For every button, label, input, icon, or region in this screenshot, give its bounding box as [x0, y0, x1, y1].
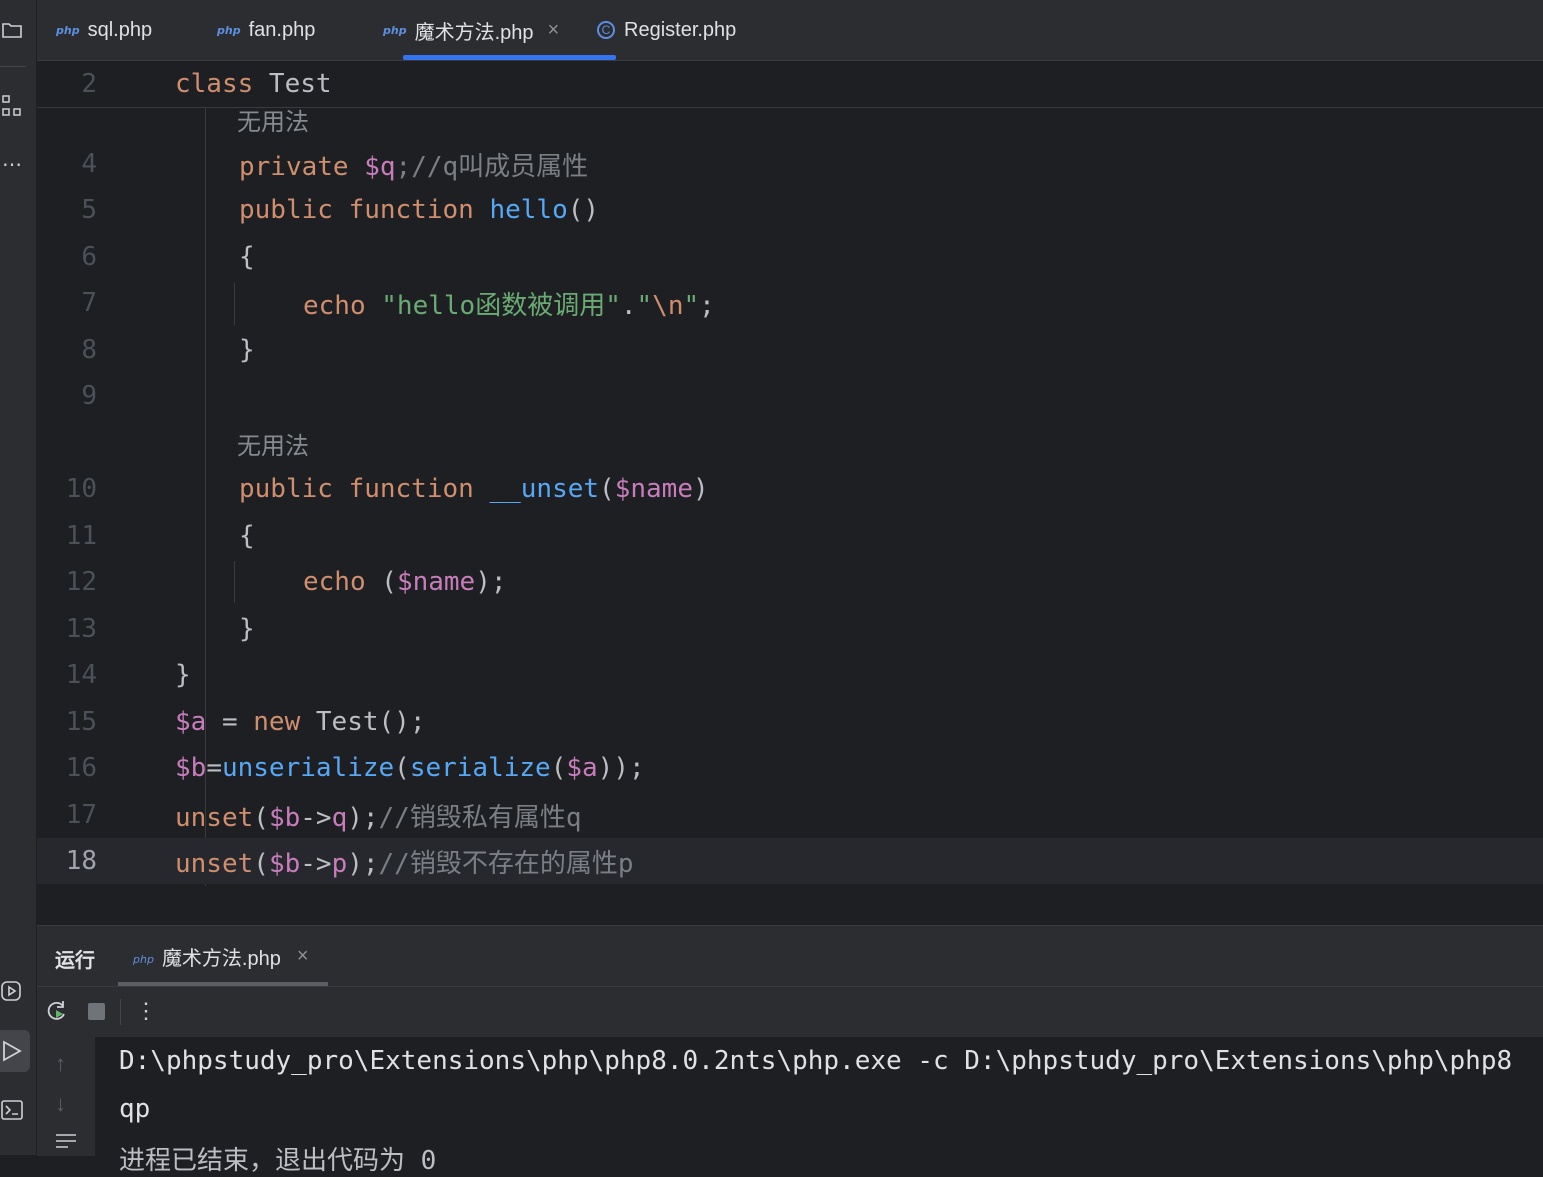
tab-label: sql.php: [87, 18, 153, 41]
line-number: 15: [65, 707, 97, 737]
code-editor[interactable]: 2 class Test 无用法 4 private $q;//q叫成员属性 5…: [37, 61, 1543, 886]
soft-wrap-icon[interactable]: [55, 1133, 77, 1158]
tab-label: 魔术方法.php: [414, 21, 534, 44]
code-text: unset($b->p);//销毁不存在的属性p: [175, 848, 634, 879]
indent-guide: [234, 283, 235, 325]
line-number: 6: [81, 242, 97, 272]
structure-icon[interactable]: [0, 94, 24, 118]
console-command-line: D:\phpstudy_pro\Extensions\php\php8.0.2n…: [119, 1046, 1513, 1076]
code-text: }: [175, 660, 191, 690]
line-number: 16: [65, 753, 97, 783]
inlay-hint-row: 无用法: [37, 421, 1543, 465]
terminal-icon[interactable]: [0, 1098, 24, 1122]
code-text: public function __unset($name): [239, 474, 709, 504]
tab-register-php[interactable]: C Register.php: [597, 0, 736, 60]
line-number: 12: [65, 567, 97, 597]
code-text: }: [239, 335, 255, 365]
more-icon[interactable]: ⋯: [0, 152, 24, 176]
run-tab-label: 魔术方法.php: [161, 948, 281, 970]
code-line-current[interactable]: 18 unset($b->p);//销毁不存在的属性p: [37, 838, 1543, 884]
code-text: $b=unserialize(serialize($a));: [175, 753, 645, 783]
code-text: $a = new Test();: [175, 707, 426, 737]
code-line[interactable]: 8 }: [37, 327, 1543, 373]
line-number: 7: [81, 288, 97, 318]
code-text: {: [239, 242, 255, 272]
left-tool-strip: ⋯: [0, 0, 37, 1155]
services-icon[interactable]: [0, 979, 24, 1003]
tab-magic-methods-php[interactable]: php 魔术方法.php ×: [383, 0, 559, 60]
php-file-icon: php: [383, 23, 407, 37]
code-line[interactable]: 6 {: [37, 234, 1543, 280]
php-file-icon: php: [217, 23, 241, 37]
console-side-toolbar: ↑ ↓: [37, 1037, 95, 1156]
code-text: unset($b->q);//销毁私有属性q: [175, 802, 582, 833]
code-line[interactable]: 16 $b=unserialize(serialize($a));: [37, 745, 1543, 791]
line-number: 18: [65, 846, 97, 876]
run-tab-indicator: [118, 982, 328, 986]
console-exit-message: 进程已结束，退出代码为 0: [119, 1146, 437, 1176]
down-arrow-icon[interactable]: ↓: [55, 1091, 66, 1117]
code-text: echo ($name);: [303, 567, 507, 597]
line-number: 11: [65, 521, 97, 551]
up-arrow-icon[interactable]: ↑: [55, 1051, 66, 1077]
code-line[interactable]: 11 {: [37, 513, 1543, 559]
code-line[interactable]: 10 public function __unset($name): [37, 466, 1543, 512]
code-text: public function hello(): [239, 195, 600, 225]
line-number: 9: [81, 381, 97, 411]
line-number: 14: [65, 660, 97, 690]
run-tool-window: 运行 php 魔术方法.php × ⋮ ↑ ↓ D:\phpstudy_pro\…: [37, 925, 1543, 1176]
line-number: 4: [81, 149, 97, 179]
line-number: 5: [81, 195, 97, 225]
run-icon[interactable]: [0, 1039, 24, 1063]
tab-label: Register.php: [624, 18, 737, 41]
php-file-icon: php: [56, 23, 80, 37]
active-tab-indicator: [403, 55, 616, 60]
code-line[interactable]: 12 echo ($name);: [37, 559, 1543, 605]
toolbar-divider: [120, 999, 121, 1025]
run-config-tab[interactable]: php 魔术方法.php ×: [133, 942, 309, 971]
rerun-icon[interactable]: [45, 999, 69, 1023]
editor-tab-bar: php sql.php php fan.php php 魔术方法.php × C…: [37, 0, 1543, 61]
folder-icon[interactable]: [0, 18, 24, 42]
sticky-separator: [37, 107, 1543, 108]
code-line[interactable]: 5 public function hello(): [37, 187, 1543, 233]
code-line[interactable]: 17 unset($b->q);//销毁私有属性q: [37, 792, 1543, 838]
code-line[interactable]: 13 }: [37, 606, 1543, 652]
code-line[interactable]: 15 $a = new Test();: [37, 699, 1543, 745]
usage-hint[interactable]: 无用法: [237, 426, 309, 461]
close-run-tab-icon[interactable]: ×: [297, 945, 309, 968]
line-number: 8: [81, 335, 97, 365]
code-line[interactable]: 9: [37, 373, 1543, 419]
tab-sql-php[interactable]: php sql.php: [56, 0, 152, 60]
php-run-icon: php: [133, 953, 154, 966]
line-number: 10: [65, 474, 97, 504]
code-text: echo "hello函数被调用"."\n";: [303, 290, 715, 321]
close-tab-icon[interactable]: ×: [548, 19, 560, 42]
class-file-icon: C: [597, 21, 615, 39]
tab-label: fan.php: [248, 18, 316, 41]
code-text: {: [239, 521, 255, 551]
line-number: 17: [65, 800, 97, 830]
more-options-icon[interactable]: ⋮: [134, 998, 158, 1023]
line-number: 13: [65, 614, 97, 644]
line-number: 2: [81, 69, 97, 99]
indent-guide: [234, 561, 235, 603]
sticky-line[interactable]: 2 class Test: [37, 61, 1543, 107]
run-panel-header: 运行 php 魔术方法.php ×: [37, 926, 1543, 987]
code-text: private $q;//q叫成员属性: [239, 151, 589, 182]
code-line[interactable]: 14 }: [37, 652, 1543, 698]
run-panel-title: 运行: [55, 950, 95, 972]
tab-fan-php[interactable]: php fan.php: [217, 0, 315, 60]
code-text: class Test: [175, 69, 332, 99]
run-toolbar: ⋮: [37, 987, 1543, 1037]
console-output: qp: [119, 1094, 151, 1124]
code-text: }: [239, 614, 255, 644]
code-line[interactable]: 4 private $q;//q叫成员属性: [37, 141, 1543, 187]
stop-icon[interactable]: [84, 999, 108, 1023]
code-line[interactable]: 7 echo "hello函数被调用"."\n";: [37, 280, 1543, 326]
